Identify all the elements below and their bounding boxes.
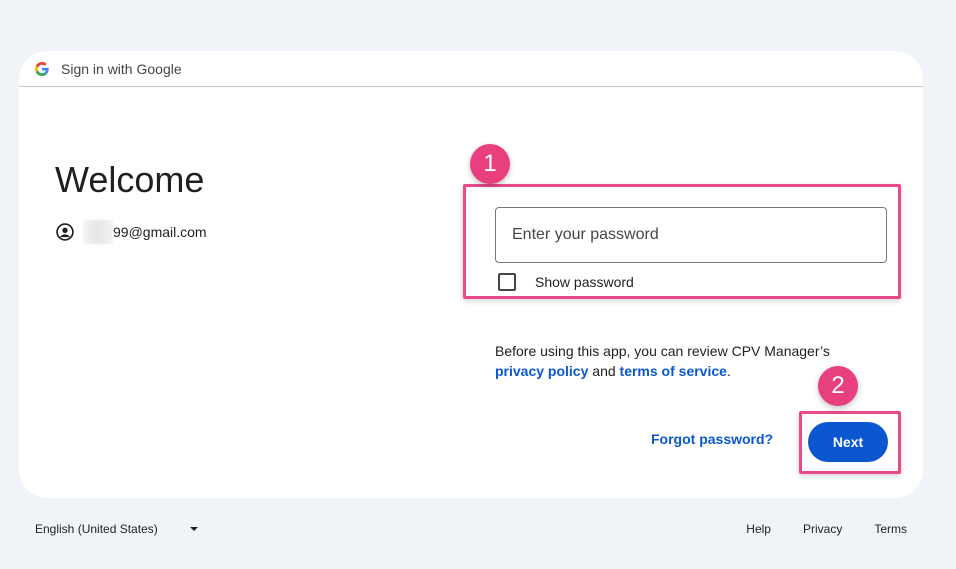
language-selector[interactable]: English (United States): [35, 522, 198, 536]
account-email: 99@gmail.com: [113, 224, 207, 240]
google-g-icon: [35, 61, 49, 76]
account-circle-icon: [56, 223, 74, 241]
annotation-step-1: 1: [470, 144, 510, 184]
privacy-notice: Before using this app, you can review CP…: [495, 341, 875, 381]
sign-in-card: Sign in with Google Welcome 99@gmail.com…: [19, 51, 923, 498]
notice-period: .: [726, 363, 731, 379]
page-title: Welcome: [55, 159, 205, 200]
annotation-step-2: 2: [818, 366, 858, 406]
terms-link[interactable]: Terms: [874, 522, 907, 536]
header-title: Sign in with Google: [61, 60, 182, 77]
account-chip[interactable]: 99@gmail.com: [55, 220, 207, 244]
redacted-email-part: [83, 220, 113, 244]
annotation-highlight-next: [799, 411, 901, 474]
footer-links: Help Privacy Terms: [714, 522, 907, 536]
annotation-highlight-password: [463, 184, 901, 299]
privacy-link[interactable]: Privacy: [803, 522, 842, 536]
forgot-password-link[interactable]: Forgot password?: [651, 431, 773, 447]
terms-of-service-link[interactable]: terms of service: [620, 363, 727, 379]
notice-and: and: [588, 363, 620, 379]
language-label: English (United States): [35, 522, 158, 536]
card-header: Sign in with Google: [19, 51, 923, 87]
caret-down-icon: [189, 527, 198, 531]
privacy-policy-link[interactable]: privacy policy: [495, 363, 588, 379]
notice-text: Before using this app, you can review CP…: [495, 343, 830, 359]
help-link[interactable]: Help: [746, 522, 771, 536]
